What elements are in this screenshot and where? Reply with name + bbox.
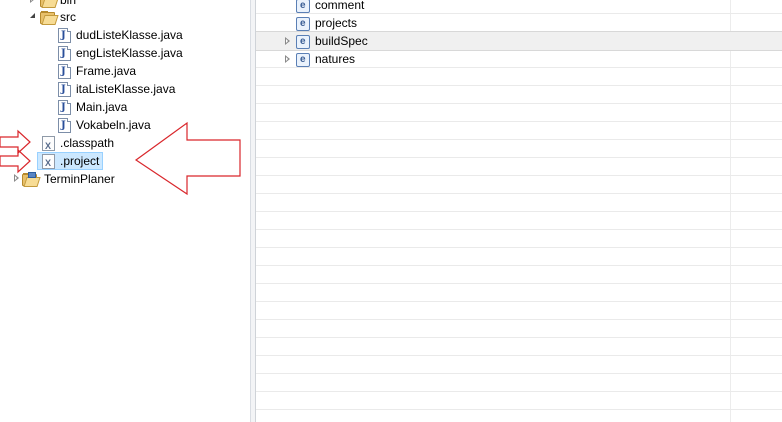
xml-element-row[interactable]: natures <box>256 50 782 69</box>
project-explorer: bin src dudListeKlasse.java engListeKlas… <box>0 0 250 422</box>
collapse-toggle-icon[interactable] <box>14 174 20 183</box>
expand-arrow-icon[interactable] <box>285 55 291 64</box>
folder-icon <box>40 0 59 8</box>
element-label: natures <box>315 52 356 66</box>
tree-item-java-file[interactable]: Vokabeln.java <box>58 116 238 135</box>
java-file-icon <box>58 27 71 45</box>
xml-element-row[interactable]: projects <box>256 14 782 33</box>
xml-element-row[interactable]: comment <box>256 0 782 15</box>
element-label: buildSpec <box>315 34 368 48</box>
row-divider <box>256 391 782 392</box>
tree-item-label: Main.java <box>76 100 128 114</box>
tree-item-label: .project <box>60 154 100 168</box>
element-icon <box>296 15 310 33</box>
row-divider <box>256 139 782 140</box>
row-divider <box>256 283 782 284</box>
java-file-icon <box>58 117 71 135</box>
tree-item-label: itaListeKlasse.java <box>76 82 176 96</box>
tree-item-label: TerminPlaner <box>44 172 115 186</box>
tree-item-java-file[interactable]: itaListeKlasse.java <box>58 80 238 99</box>
row-divider <box>256 409 782 410</box>
tree-item-src[interactable]: src <box>28 8 228 26</box>
expanded-toggle-icon[interactable] <box>30 13 36 19</box>
tree-item-project-file[interactable]: .project <box>37 152 103 171</box>
tree-item-terminplaner[interactable]: TerminPlaner <box>12 170 212 188</box>
row-divider <box>256 85 782 86</box>
row-divider <box>256 121 782 122</box>
project-folder-icon <box>22 172 41 187</box>
tree-item-classpath[interactable]: .classpath <box>42 134 162 155</box>
element-icon <box>296 33 310 51</box>
tree-item-java-file[interactable]: Frame.java <box>58 62 238 81</box>
element-label: comment <box>315 0 365 12</box>
java-file-icon <box>58 45 71 63</box>
row-divider <box>256 265 782 266</box>
row-divider <box>256 247 782 248</box>
row-divider <box>256 319 782 320</box>
xml-element-row[interactable]: buildSpec <box>256 31 782 51</box>
xml-outline-view: comment projects buildSpec natures <box>256 0 782 422</box>
tree-item-label: engListeKlasse.java <box>76 46 183 60</box>
row-divider <box>256 211 782 212</box>
tree-item-label: Frame.java <box>76 64 137 78</box>
tree-item-java-file[interactable]: dudListeKlasse.java <box>58 26 238 45</box>
tree-item-label: dudListeKlasse.java <box>76 28 183 42</box>
row-divider <box>256 301 782 302</box>
tree-item-java-file[interactable]: Main.java <box>58 98 238 117</box>
row-divider <box>256 229 782 230</box>
row-divider <box>256 355 782 356</box>
tree-item-java-file[interactable]: engListeKlasse.java <box>58 44 238 63</box>
folder-open-icon <box>40 11 59 25</box>
element-icon <box>296 0 310 15</box>
java-file-icon <box>58 99 71 117</box>
row-divider <box>256 193 782 194</box>
expand-arrow-icon[interactable] <box>285 37 291 46</box>
tree-item-label: Vokabeln.java <box>76 118 151 132</box>
tree-item-label: src <box>60 10 76 24</box>
row-divider <box>256 373 782 374</box>
element-label: projects <box>315 16 358 30</box>
row-divider <box>256 337 782 338</box>
java-file-icon <box>58 63 71 81</box>
java-file-icon <box>58 81 71 99</box>
row-divider <box>256 175 782 176</box>
xml-file-icon <box>42 136 55 155</box>
collapse-toggle-icon[interactable] <box>30 0 36 4</box>
row-divider <box>256 103 782 104</box>
row-divider <box>256 157 782 158</box>
xml-file-icon <box>42 154 55 171</box>
tree-item-label: .classpath <box>60 136 115 150</box>
element-icon <box>296 51 310 69</box>
